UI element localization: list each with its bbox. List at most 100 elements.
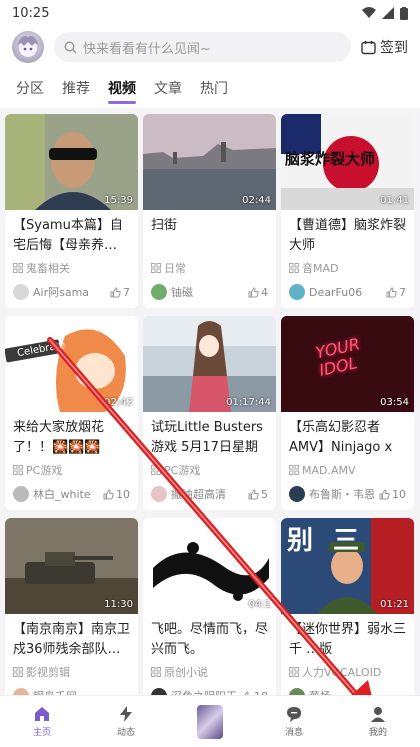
category-icon	[151, 465, 161, 475]
nav-profile[interactable]: 我的	[348, 705, 408, 738]
tab-recommend[interactable]: 推荐	[58, 68, 94, 108]
category-icon	[13, 263, 23, 273]
nav-message[interactable]: 消息	[264, 705, 324, 738]
tab-video[interactable]: 视频	[104, 68, 140, 108]
card-footer: DearFu06 7	[289, 284, 406, 300]
video-card[interactable]: 15:39 【Syamu本篇】自宅后悔【母亲养… 鬼畜相关 Air阿sama 7	[5, 114, 138, 308]
card-footer: 铀磁 4	[151, 284, 268, 300]
video-card[interactable]: 04:1 飞吧。尽情而飞，尽兴而飞。 原创小说 深角之阴阳王 18	[143, 518, 276, 712]
message-icon	[287, 707, 301, 722]
author-avatar	[13, 284, 29, 300]
like-count[interactable]: 7	[110, 286, 130, 299]
video-category: 日常	[143, 258, 276, 276]
category-label: 日常	[164, 262, 186, 275]
category-icon	[151, 667, 161, 677]
video-thumbnail[interactable]: 脑浆炸裂大师 01:41	[281, 114, 414, 210]
top-bar: 快来看看有什么见闻~ 签到	[0, 26, 420, 68]
author[interactable]: Air阿sama	[13, 284, 89, 300]
tab-partition[interactable]: 分区	[12, 68, 48, 108]
thumb-up-icon	[103, 488, 114, 499]
tab-hot[interactable]: 热门	[196, 68, 232, 108]
search-placeholder: 快来看看有什么见闻~	[83, 41, 211, 57]
nav-home[interactable]: 主页	[12, 705, 72, 738]
video-thumbnail[interactable]: 别三 01:21	[281, 518, 414, 614]
thumbnail-text: 脑浆炸裂大师	[285, 150, 376, 168]
video-card[interactable]: 别三 01:21 【迷你世界】弱水三千 …版 人力VOCALOID 蔡杨	[281, 518, 414, 712]
video-category: 音MAD	[281, 258, 414, 276]
video-thumbnail[interactable]: 02:44	[143, 114, 276, 210]
like-count[interactable]: 10	[379, 488, 406, 501]
video-thumbnail[interactable]: 15:39	[5, 114, 138, 210]
category-label: PC游戏	[26, 464, 63, 477]
video-title: 【南京南京】南京卫戍36师残余部队…	[13, 622, 131, 657]
video-card[interactable]: Celebrate 02:42 来给大家放烟花了！！🎇🎇🎇 PC游戏 林白_wh…	[5, 316, 138, 510]
nav-center[interactable]	[180, 704, 240, 739]
author[interactable]: 撒油超高清	[151, 486, 226, 502]
thumb-up-icon	[248, 286, 259, 297]
like-count[interactable]: 5	[248, 488, 268, 501]
category-label: 影视剪辑	[26, 666, 70, 679]
video-card[interactable]: 脑浆炸裂大师 01:41 【曹道德】脑浆炸裂大师 音MAD DearFu06 7	[281, 114, 414, 308]
video-category: MAD.AMV	[281, 460, 414, 478]
video-title: 试玩Little Busters 游戏 5月17日星期四	[151, 420, 263, 455]
author-name: DearFu06	[309, 285, 363, 299]
video-duration: 02:42	[104, 397, 133, 408]
author-name: 撒油超高清	[171, 488, 226, 501]
video-duration: 01:17:44	[226, 397, 271, 408]
video-category: PC游戏	[5, 460, 138, 478]
author[interactable]: 铀磁	[151, 284, 193, 300]
video-category: 鬼畜相关	[5, 258, 138, 276]
author[interactable]: 布鲁斯・韦恩	[289, 486, 375, 502]
video-thumbnail[interactable]: 04:1	[143, 518, 276, 614]
profile-icon	[371, 707, 385, 722]
nav-dynamic-label: 动态	[116, 728, 135, 738]
video-title: 【乐高幻影忍者 AMV】Ninjago x K-P…	[289, 420, 393, 455]
card-footer: 撒油超高清 5	[151, 486, 268, 502]
nav-dynamic[interactable]: 动态	[96, 705, 156, 738]
category-icon	[289, 465, 299, 475]
author-avatar	[289, 486, 305, 502]
video-thumbnail[interactable]: 01:17:44	[143, 316, 276, 412]
like-count[interactable]: 10	[103, 488, 130, 501]
tab-article[interactable]: 文章	[150, 68, 186, 108]
category-icon	[289, 667, 299, 677]
author[interactable]: 林白_white	[13, 486, 91, 502]
like-count[interactable]: 4	[248, 286, 268, 299]
author-name: 铀磁	[171, 286, 193, 299]
bottom-nav: 主页 动态 消息 我的	[0, 695, 420, 747]
checkin-button[interactable]: 签到	[361, 37, 412, 57]
video-thumbnail[interactable]: Celebrate 02:42	[5, 316, 138, 412]
like-count[interactable]: 7	[386, 286, 406, 299]
card-footer: 布鲁斯・韦恩 10	[289, 486, 406, 502]
nav-home-label: 主页	[32, 728, 51, 738]
battery-icon	[400, 6, 408, 20]
video-title: 【曹道德】脑浆炸裂大师	[289, 218, 407, 253]
author[interactable]: DearFu06	[289, 284, 362, 300]
category-label: 音MAD	[302, 262, 339, 275]
bolt-icon	[120, 706, 132, 722]
category-icon	[13, 465, 23, 475]
thumb-up-icon	[248, 488, 259, 499]
video-category: 原创小说	[143, 662, 276, 680]
checkin-label: 签到	[380, 40, 408, 56]
card-footer: Air阿sama 7	[13, 284, 130, 300]
video-card[interactable]: 11:30 【南京南京】南京卫戍36师残余部队… 影视剪辑 钢鸟千网	[5, 518, 138, 712]
search-input[interactable]: 快来看看有什么见闻~	[54, 32, 351, 62]
avatar[interactable]	[12, 31, 44, 63]
like-number: 5	[261, 487, 268, 501]
like-number: 7	[399, 285, 406, 299]
category-label: MAD.AMV	[302, 463, 356, 477]
author-avatar	[151, 486, 167, 502]
video-card[interactable]: YOUR IDOL 03:54 【乐高幻影忍者 AMV】Ninjago x K-…	[281, 316, 414, 510]
video-category: 人力VOCALOID	[281, 662, 414, 680]
video-card[interactable]: 02:44 扫街 日常 铀磁 4	[143, 114, 276, 308]
video-card[interactable]: 01:17:44 试玩Little Busters 游戏 5月17日星期四 PC…	[143, 316, 276, 510]
video-thumbnail[interactable]: YOUR IDOL 03:54	[281, 316, 414, 412]
like-number: 10	[116, 487, 130, 501]
tab-bar: 分区 推荐 视频 文章 热门	[0, 68, 420, 108]
video-category: 影视剪辑	[5, 662, 138, 680]
author-name: Air阿sama	[33, 286, 90, 299]
video-thumbnail[interactable]: 11:30	[5, 518, 138, 614]
category-icon	[13, 667, 23, 677]
category-icon	[151, 263, 161, 273]
